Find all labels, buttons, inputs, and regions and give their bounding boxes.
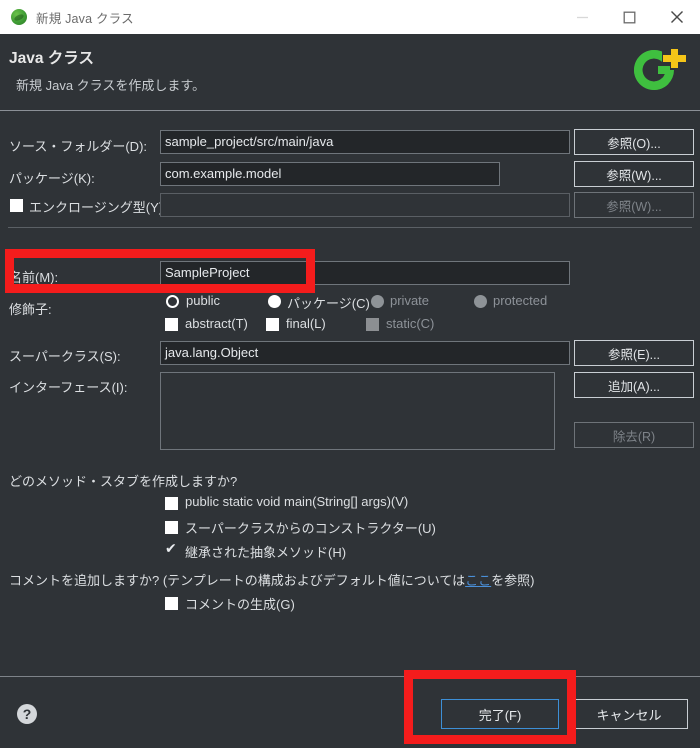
dialog-header: Java クラス 新規 Java クラスを作成します。 (0, 34, 700, 110)
modifier-checkbox-final[interactable] (266, 318, 279, 331)
method-stub-checkbox-main[interactable] (165, 497, 178, 510)
superclass-browse-button[interactable]: 参照(E)... (574, 340, 694, 366)
maximize-icon[interactable] (606, 0, 653, 34)
name-input[interactable]: SampleProject (160, 261, 570, 285)
finish-button[interactable]: 完了(F) (441, 699, 559, 729)
source-folder-browse-button[interactable]: 参照(O)... (574, 129, 694, 155)
dialog-footer: ? 完了(F) キャンセル (0, 677, 700, 748)
comments-question: コメントを追加しますか? (テンプレートの構成およびデフォルト値についてはここを… (9, 570, 535, 589)
generate-comments-checkbox[interactable] (165, 597, 178, 610)
window-titlebar: 新規 Java クラス (0, 0, 700, 34)
cancel-button[interactable]: キャンセル (570, 699, 688, 729)
modifier-label-public: public (186, 293, 220, 308)
enclosing-type-checkbox[interactable] (10, 199, 23, 212)
modifier-label-abstract: abstract(T) (185, 316, 248, 331)
modifier-label-static: static(C) (386, 316, 435, 331)
method-stubs-question: どのメソッド・スタブを作成しますか? (9, 474, 238, 489)
enclosing-type-label: エンクロージング型(Y): (29, 200, 167, 215)
package-browse-button[interactable]: 参照(W)... (574, 161, 694, 187)
generate-comments-label: コメントの生成(G) (185, 597, 295, 612)
modifier-label-package: パッケージ(C) (287, 296, 370, 311)
window-title: 新規 Java クラス (36, 11, 134, 26)
section-separator-1 (8, 227, 692, 228)
interfaces-list[interactable] (160, 372, 570, 450)
superclass-label: スーパークラス(S): (9, 349, 121, 364)
method-stub-checkbox-constructors[interactable] (165, 521, 178, 534)
package-label: パッケージ(K): (9, 171, 95, 186)
dialog-body: ソース・フォルダー(D): sample_project/src/main/ja… (0, 111, 700, 676)
modifier-label-final: final(L) (286, 316, 326, 331)
page-subtitle: 新規 Java クラスを作成します。 (16, 78, 206, 93)
modifier-label-private: private (390, 293, 430, 308)
minimize-icon[interactable] (559, 0, 606, 34)
source-folder-label: ソース・フォルダー(D): (9, 139, 148, 154)
modifier-radio-private (371, 295, 384, 308)
source-folder-input[interactable]: sample_project/src/main/java (160, 130, 570, 154)
interfaces-add-button[interactable]: 追加(A)... (574, 372, 694, 398)
page-title: Java クラス (9, 50, 94, 67)
window-controls (559, 0, 700, 34)
enclosing-type-browse-button: 参照(W)... (574, 192, 694, 218)
comments-help-link[interactable]: ここ (465, 573, 491, 588)
close-icon[interactable] (653, 0, 700, 34)
modifier-radio-public[interactable] (166, 295, 179, 308)
eclipse-leaf-icon (11, 9, 27, 25)
method-stub-label-main: public static void main(String[] args)(V… (185, 494, 409, 509)
package-input[interactable]: com.example.model (160, 162, 500, 186)
help-icon[interactable]: ? (16, 703, 38, 725)
modifier-radio-package[interactable] (268, 295, 281, 308)
name-label: 名前(M): (9, 270, 59, 285)
enclosing-type-input (160, 193, 570, 217)
interfaces-list-scrollbar[interactable] (554, 372, 570, 450)
modifier-label-protected: protected (493, 293, 548, 308)
comments-question-prefix: コメントを追加しますか? (テンプレートの構成およびデフォルト値については (9, 573, 466, 588)
method-stub-label-constructors: スーパークラスからのコンストラクター(U) (185, 521, 436, 536)
interfaces-label: インターフェース(I): (9, 380, 128, 395)
modifier-radio-protected (474, 295, 487, 308)
superclass-input[interactable]: java.lang.Object (160, 341, 570, 365)
new-java-class-icon (620, 36, 688, 104)
svg-text:?: ? (23, 706, 32, 722)
modifier-checkbox-abstract[interactable] (165, 318, 178, 331)
interfaces-remove-button: 除去(R) (574, 422, 694, 448)
comments-question-suffix: を参照) (491, 573, 535, 588)
method-stub-label-inherited-abstract: 継承された抽象メソッド(H) (185, 545, 347, 560)
modifiers-label: 修飾子: (9, 302, 52, 317)
method-stub-checkbox-inherited-abstract[interactable]: ✔ (165, 541, 178, 558)
modifier-checkbox-static (366, 318, 379, 331)
